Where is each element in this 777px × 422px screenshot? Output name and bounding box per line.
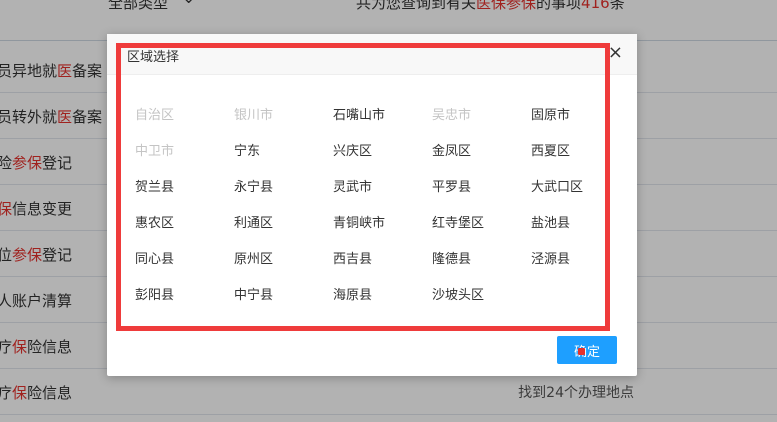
region-option[interactable]: 利通区	[234, 212, 273, 231]
region-option[interactable]: 隆德县	[432, 248, 471, 267]
region-option[interactable]: 西吉县	[333, 248, 372, 267]
region-option[interactable]: 宁东	[234, 140, 260, 159]
close-icon[interactable]: ×	[608, 43, 623, 63]
region-option[interactable]: 沙坡头区	[432, 284, 484, 303]
dialog-header: 区域选择 ×	[107, 34, 637, 75]
region-option[interactable]: 兴庆区	[333, 140, 372, 159]
region-option[interactable]: 惠农区	[135, 212, 174, 231]
region-option[interactable]: 青铜峡市	[333, 212, 385, 231]
region-option[interactable]: 石嘴山市	[333, 104, 385, 123]
region-option[interactable]: 西夏区	[531, 140, 570, 159]
region-option[interactable]: 中宁县	[234, 284, 273, 303]
region-option[interactable]: 盐池县	[531, 212, 570, 231]
region-option[interactable]: 永宁县	[234, 176, 273, 195]
region-option[interactable]: 同心县	[135, 248, 174, 267]
region-option: 中卫市	[135, 144, 175, 159]
region-option[interactable]: 平罗县	[432, 176, 471, 195]
region-option[interactable]: 大武口区	[531, 176, 583, 195]
dialog-title: 区域选择	[127, 50, 180, 65]
region-option[interactable]: 泾源县	[531, 248, 570, 267]
confirm-button[interactable]: 确定	[557, 336, 617, 364]
region-select-dialog: 区域选择 × 自治区 银川市 石嘴山市 吴忠市 固原市中卫市 宁东 兴庆区 金凤区 西夏区贺兰县…	[107, 34, 637, 376]
region-option: 银川市	[234, 108, 274, 123]
region-option[interactable]: 贺兰县	[135, 176, 174, 195]
region-option: 吴忠市	[432, 108, 472, 123]
cursor-marker	[578, 348, 585, 355]
region-option[interactable]: 金凤区	[432, 140, 471, 159]
region-option: 自治区	[135, 108, 175, 123]
region-option[interactable]: 海原县	[333, 284, 372, 303]
region-option[interactable]: 固原市	[531, 104, 570, 123]
region-option[interactable]: 彭阳县	[135, 284, 174, 303]
region-option[interactable]: 原州区	[234, 248, 273, 267]
region-option[interactable]: 灵武市	[333, 176, 372, 195]
region-option[interactable]: 红寺堡区	[432, 212, 484, 231]
